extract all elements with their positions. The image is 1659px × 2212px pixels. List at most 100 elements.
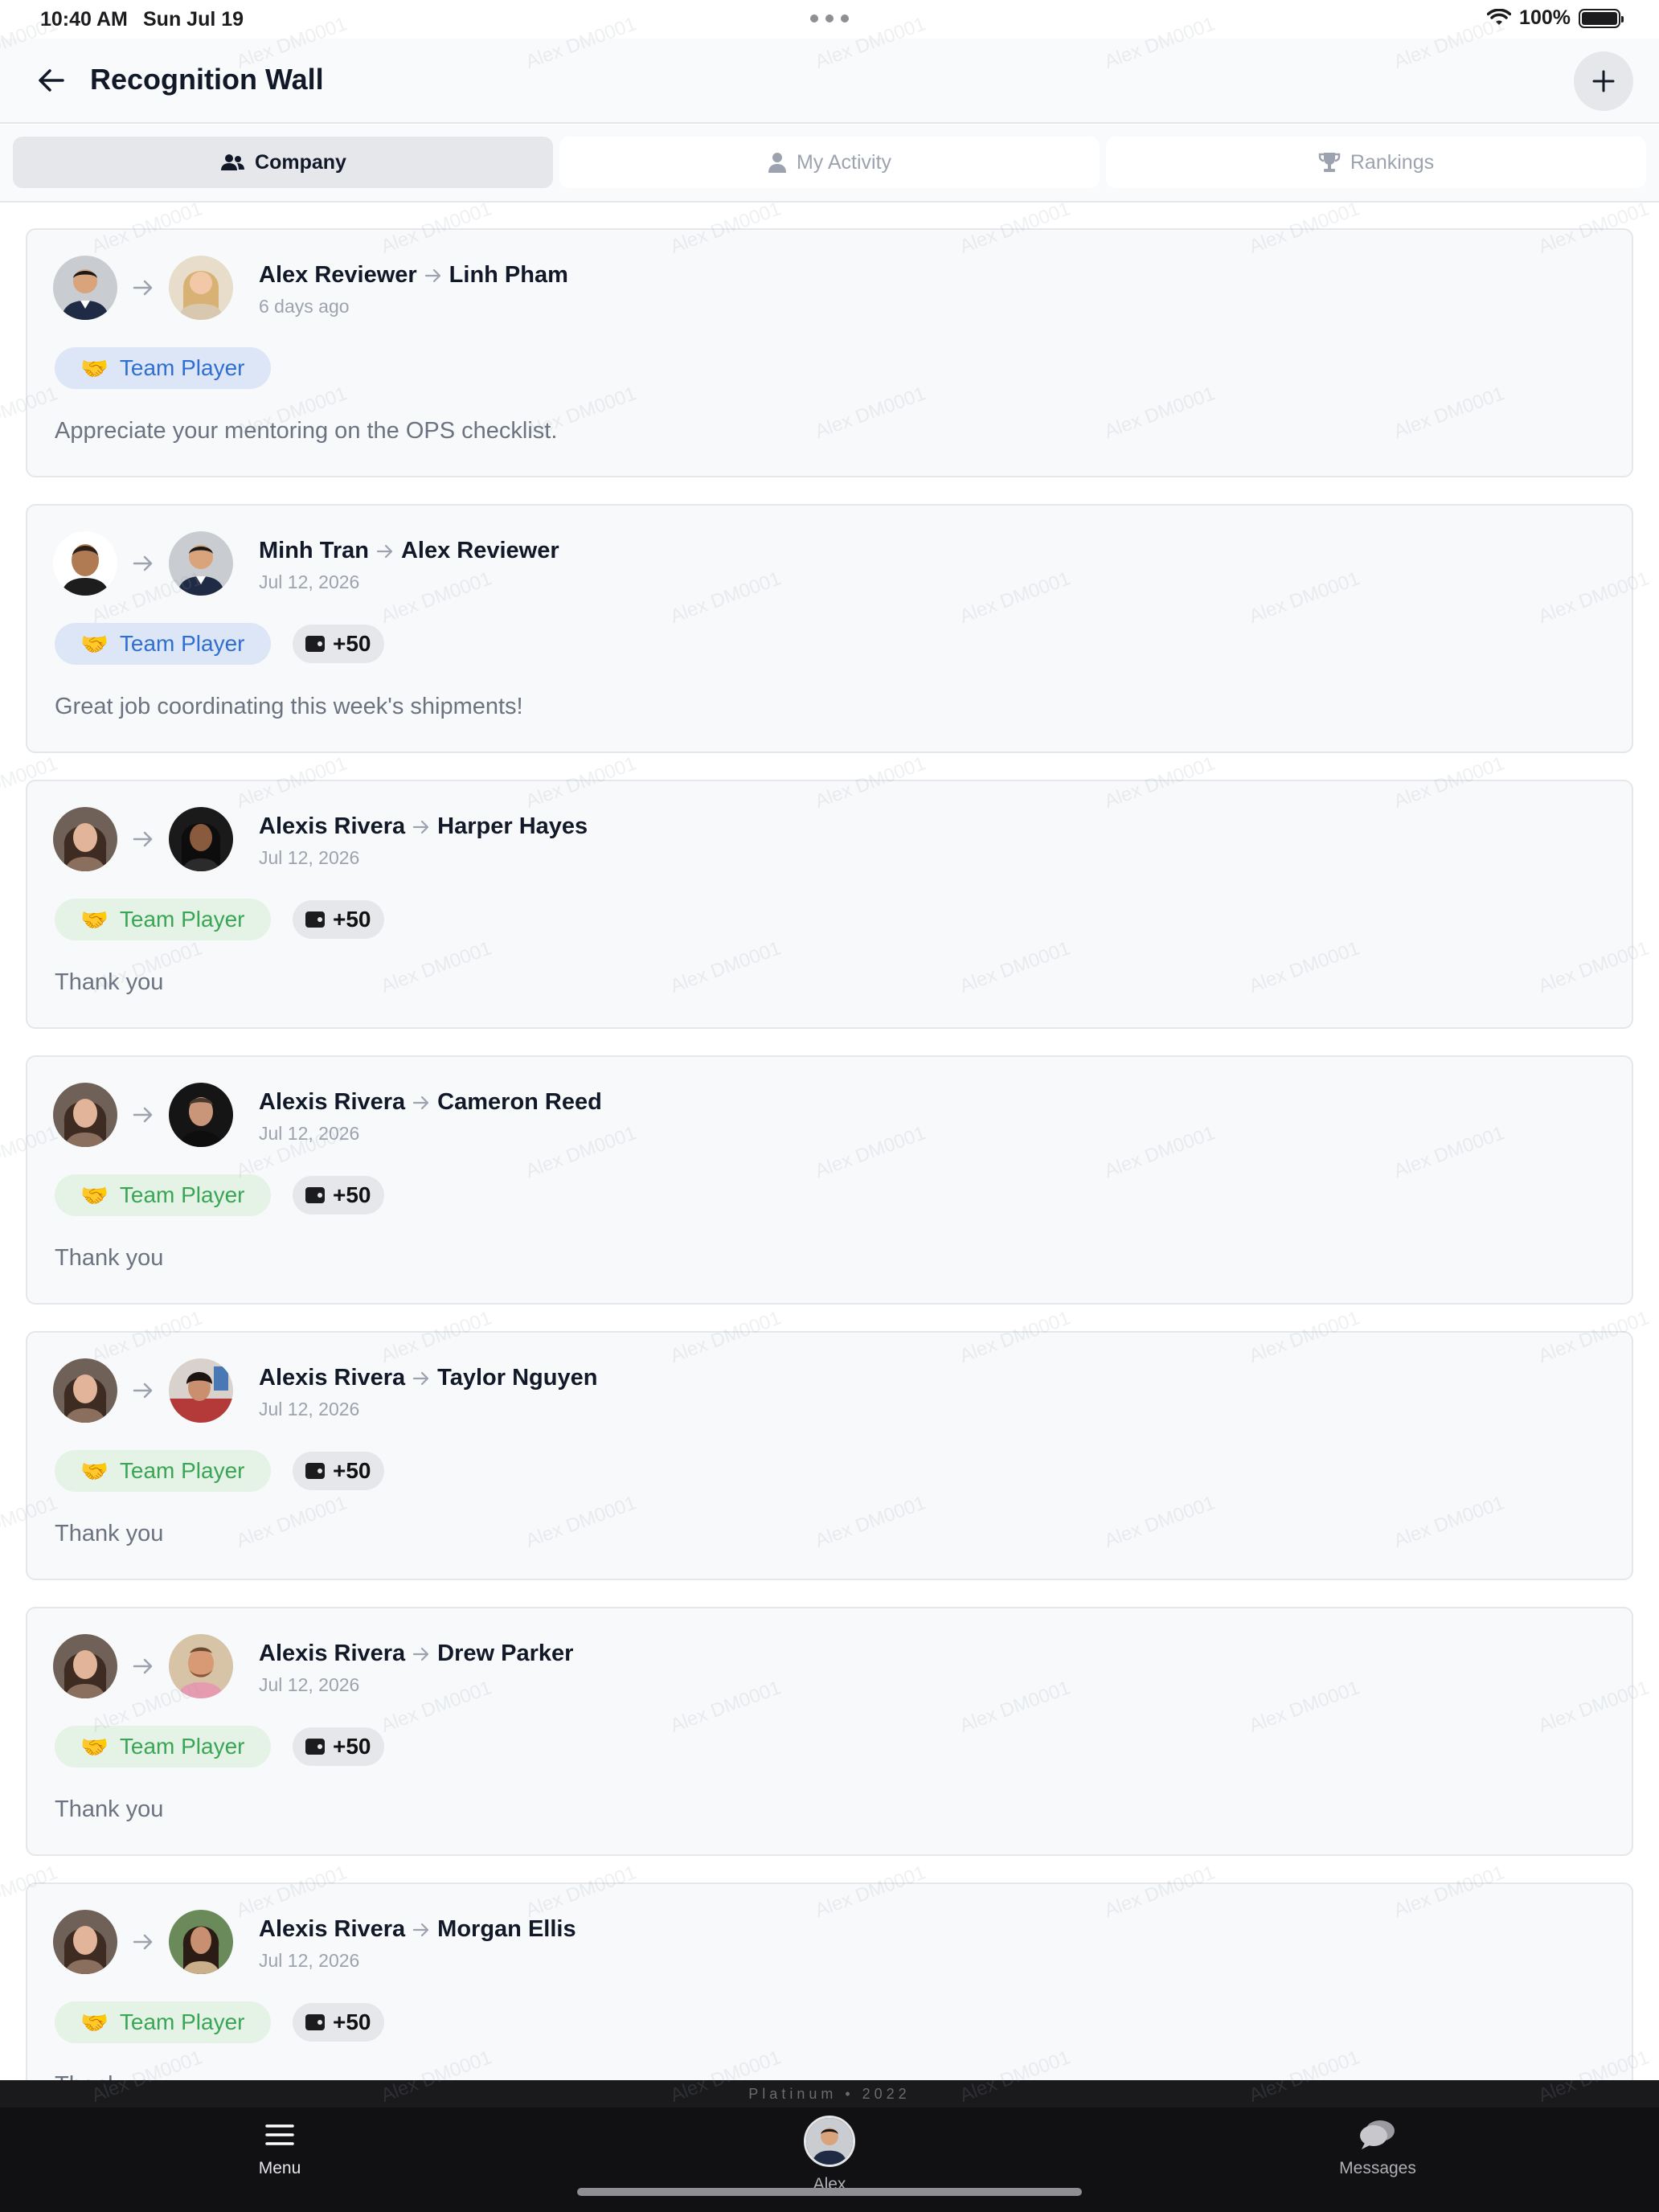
recognition-card[interactable]: Alexis Rivera Harper Hayes Jul 12, 2026 … bbox=[26, 780, 1633, 1029]
handshake-icon: 🤝 bbox=[80, 2009, 109, 2035]
sender-name[interactable]: Alexis Rivera bbox=[259, 1089, 405, 1116]
wallet-icon bbox=[305, 1739, 325, 1755]
recognition-card[interactable]: Alexis Rivera Drew Parker Jul 12, 2026 🤝… bbox=[26, 1607, 1633, 1856]
arrow-right-icon bbox=[133, 1107, 153, 1123]
wallet-icon bbox=[305, 911, 325, 928]
handshake-icon: 🤝 bbox=[80, 1182, 109, 1208]
recognition-date: Jul 12, 2026 bbox=[259, 571, 360, 592]
recognition-feed[interactable]: Alex Reviewer Linh Pham 6 days ago 🤝 Tea… bbox=[0, 204, 1659, 2080]
recipient-avatar[interactable] bbox=[169, 256, 233, 320]
handshake-icon: 🤝 bbox=[80, 1458, 109, 1484]
tab-label: My Activity bbox=[796, 150, 892, 174]
recognition-card[interactable]: Alexis Rivera Cameron Reed Jul 12, 2026 … bbox=[26, 1055, 1633, 1305]
sender-name[interactable]: Alexis Rivera bbox=[259, 1365, 405, 1391]
points-pill: +50 bbox=[293, 1176, 384, 1215]
recognition-card[interactable]: Alexis Rivera Taylor Nguyen Jul 12, 2026… bbox=[26, 1331, 1633, 1580]
badge-pill: 🤝 Team Player bbox=[55, 1174, 271, 1216]
recognition-date: Jul 12, 2026 bbox=[259, 1399, 360, 1419]
recipient-name[interactable]: Taylor Nguyen bbox=[437, 1365, 597, 1391]
arrow-right-icon bbox=[413, 1647, 429, 1661]
nav-label: Messages bbox=[1339, 2159, 1416, 2177]
arrow-right-icon bbox=[424, 268, 440, 282]
sender-avatar[interactable] bbox=[53, 1910, 117, 1974]
nav-messages[interactable]: Messages bbox=[1297, 2119, 1458, 2178]
points-pill: +50 bbox=[293, 1452, 384, 1490]
badge-pill: 🤝 Team Player bbox=[55, 623, 271, 665]
points-value: +50 bbox=[333, 907, 371, 932]
app-header: Recognition Wall bbox=[0, 39, 1659, 124]
badge-label: Team Player bbox=[119, 2009, 245, 2034]
status-date: Sun Jul 19 bbox=[143, 8, 244, 31]
person-icon bbox=[768, 153, 786, 173]
nav-profile[interactable]: Alex bbox=[749, 2116, 910, 2194]
arrow-right-icon bbox=[133, 555, 153, 571]
recognition-names: Alexis Rivera Morgan Ellis bbox=[259, 1916, 576, 1943]
badge-label: Team Player bbox=[119, 907, 245, 932]
badge-label: Team Player bbox=[119, 1734, 245, 1759]
recipient-avatar[interactable] bbox=[169, 531, 233, 596]
back-button[interactable] bbox=[29, 58, 74, 103]
recipient-name[interactable]: Cameron Reed bbox=[437, 1089, 602, 1116]
nav-menu[interactable]: Menu bbox=[199, 2119, 360, 2178]
status-bar: 10:40 AM Sun Jul 19 100% bbox=[0, 0, 1659, 39]
tab-my-activity[interactable]: My Activity bbox=[559, 137, 1100, 188]
recipient-name[interactable]: Harper Hayes bbox=[437, 813, 588, 840]
sender-avatar[interactable] bbox=[53, 1358, 117, 1423]
badge-label: Team Player bbox=[119, 1458, 245, 1483]
recipient-avatar[interactable] bbox=[169, 807, 233, 871]
sender-avatar[interactable] bbox=[53, 1634, 117, 1698]
recipient-name[interactable]: Linh Pham bbox=[449, 262, 568, 289]
recipient-avatar[interactable] bbox=[169, 1910, 233, 1974]
sender-name[interactable]: Alex Reviewer bbox=[259, 262, 417, 289]
recipient-avatar[interactable] bbox=[169, 1083, 233, 1147]
recognition-message: Great job coordinating this week's shipm… bbox=[55, 694, 523, 719]
add-recognition-button[interactable] bbox=[1574, 51, 1633, 111]
points-pill: +50 bbox=[293, 625, 384, 663]
sender-name[interactable]: Alexis Rivera bbox=[259, 813, 405, 840]
tab-rankings[interactable]: Rankings bbox=[1106, 137, 1646, 188]
points-pill: +50 bbox=[293, 1727, 384, 1766]
recipient-avatar[interactable] bbox=[169, 1358, 233, 1423]
sender-avatar[interactable] bbox=[53, 531, 117, 596]
handshake-icon: 🤝 bbox=[80, 1734, 109, 1759]
sender-avatar[interactable] bbox=[53, 1083, 117, 1147]
sender-name[interactable]: Alexis Rivera bbox=[259, 1641, 405, 1667]
sender-name[interactable]: Alexis Rivera bbox=[259, 1916, 405, 1943]
points-pill: +50 bbox=[293, 2003, 384, 2042]
recipient-avatar[interactable] bbox=[169, 1634, 233, 1698]
recognition-card[interactable]: Minh Tran Alex Reviewer Jul 12, 2026 🤝 T… bbox=[26, 504, 1633, 753]
tab-company[interactable]: Company bbox=[13, 137, 553, 188]
badge-pill: 🤝 Team Player bbox=[55, 899, 271, 940]
home-indicator[interactable] bbox=[577, 2188, 1082, 2196]
page-title: Recognition Wall bbox=[90, 63, 324, 96]
recognition-message: Thank you bbox=[55, 1521, 164, 1546]
handshake-icon: 🤝 bbox=[80, 631, 109, 657]
points-value: +50 bbox=[333, 2009, 371, 2034]
recipient-name[interactable]: Drew Parker bbox=[437, 1641, 573, 1667]
arrow-right-icon bbox=[133, 831, 153, 847]
tab-bar: Company My Activity Rankings bbox=[0, 125, 1659, 203]
recipient-name[interactable]: Morgan Ellis bbox=[437, 1916, 576, 1943]
recognition-names: Alexis Rivera Harper Hayes bbox=[259, 813, 588, 840]
wallet-icon bbox=[305, 2014, 325, 2030]
recognition-card[interactable]: Alexis Rivera Morgan Ellis Jul 12, 2026 … bbox=[26, 1882, 1633, 2080]
arrow-right-icon bbox=[376, 544, 393, 558]
badge-label: Team Player bbox=[119, 631, 245, 656]
recognition-date: Jul 12, 2026 bbox=[259, 1123, 360, 1144]
sender-name[interactable]: Minh Tran bbox=[259, 538, 369, 564]
sender-avatar[interactable] bbox=[53, 807, 117, 871]
handshake-icon: 🤝 bbox=[80, 907, 109, 932]
recognition-date: Jul 12, 2026 bbox=[259, 1674, 360, 1695]
points-value: +50 bbox=[333, 631, 371, 656]
tab-label: Rankings bbox=[1350, 150, 1435, 174]
footer-brand: Platinum • 2022 bbox=[0, 2080, 1659, 2108]
recognition-message: Thank you bbox=[55, 1245, 164, 1271]
recognition-date: 6 days ago bbox=[259, 296, 350, 317]
sender-avatar[interactable] bbox=[53, 256, 117, 320]
recognition-card[interactable]: Alex Reviewer Linh Pham 6 days ago 🤝 Tea… bbox=[26, 228, 1633, 477]
recognition-names: Alexis Rivera Cameron Reed bbox=[259, 1089, 602, 1116]
recognition-message: Thank you bbox=[55, 969, 164, 995]
recipient-name[interactable]: Alex Reviewer bbox=[401, 538, 559, 564]
trophy-icon bbox=[1318, 153, 1341, 172]
multitask-dots-icon[interactable] bbox=[810, 14, 849, 23]
